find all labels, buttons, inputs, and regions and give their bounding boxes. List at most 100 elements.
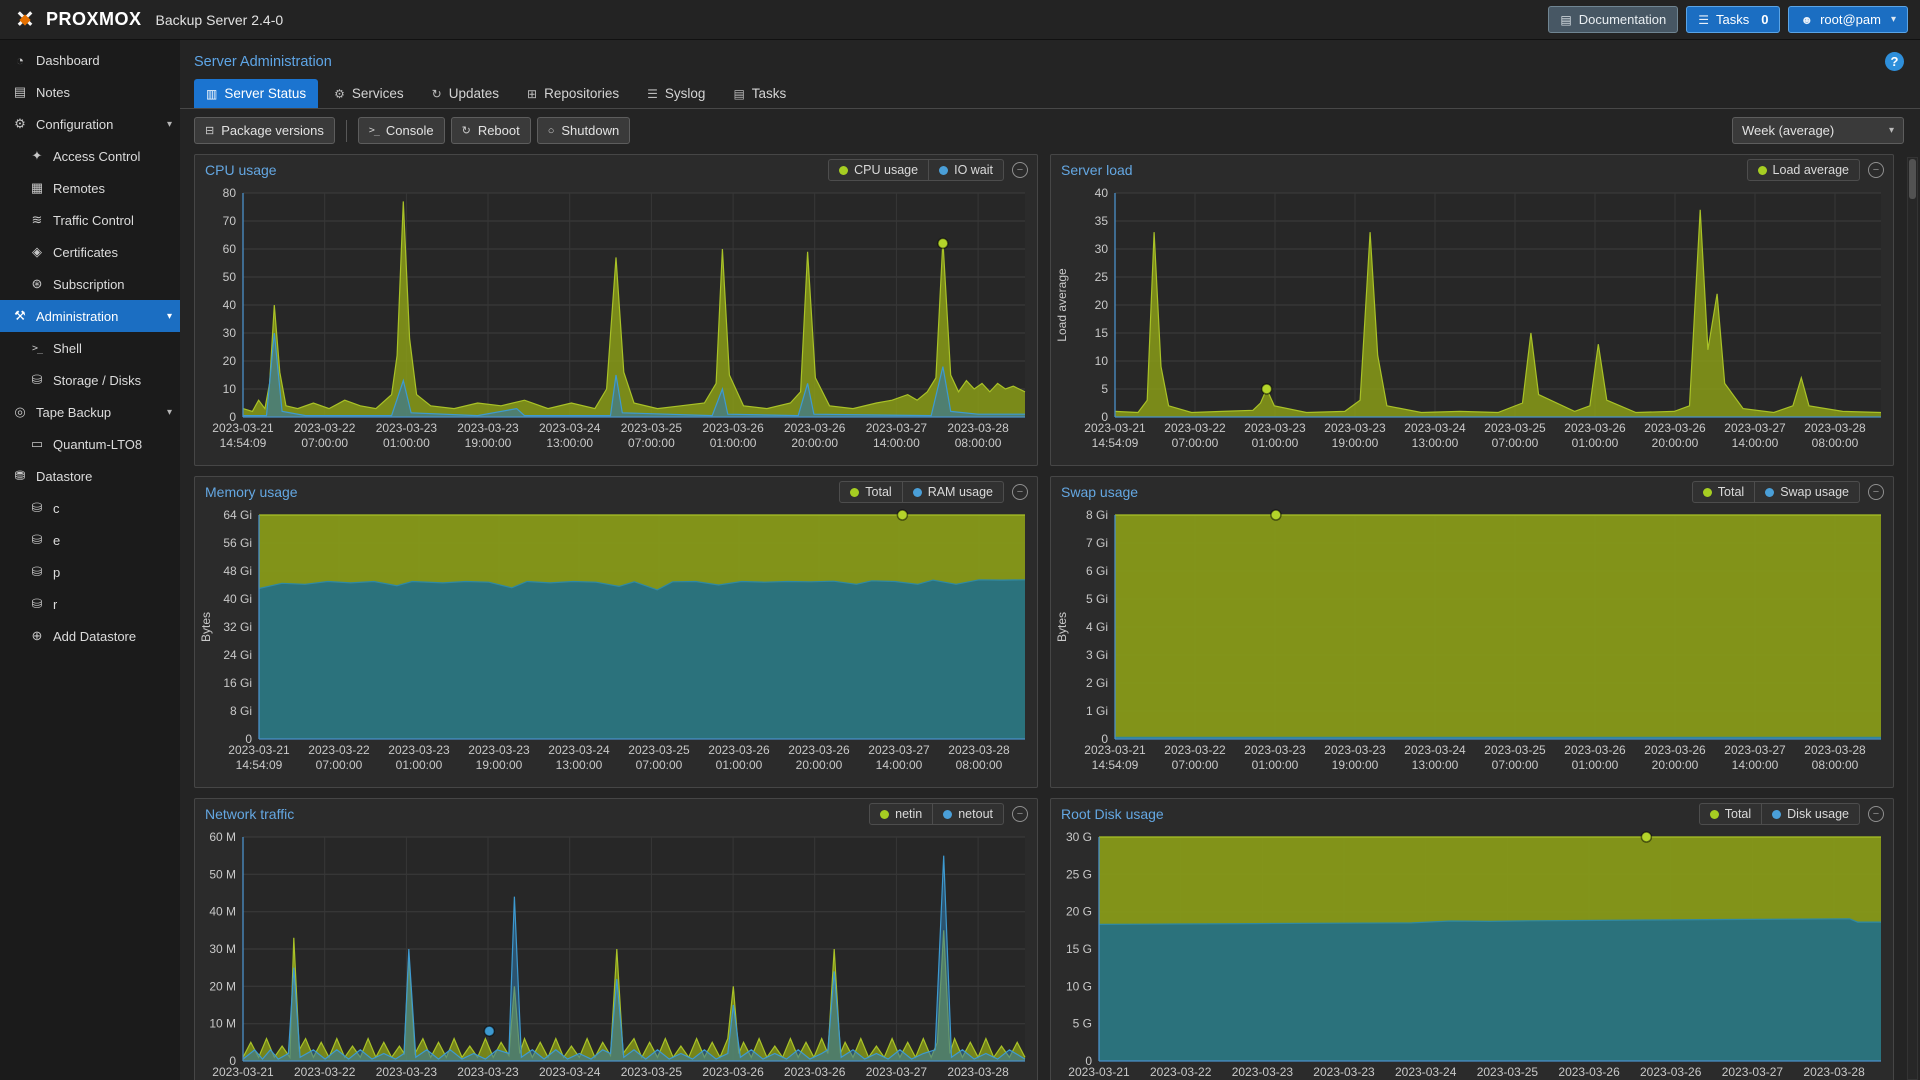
svg-text:20: 20 bbox=[223, 354, 237, 368]
sidebar-item-storage-disks[interactable]: ⛁Storage / Disks bbox=[0, 364, 180, 396]
console-button[interactable]: >_Console bbox=[358, 117, 445, 144]
sidebar-item-label: Administration bbox=[36, 309, 118, 324]
documentation-button[interactable]: ▤ Documentation bbox=[1548, 6, 1678, 33]
tab-server-status[interactable]: ▥Server Status bbox=[194, 79, 318, 108]
help-button[interactable]: ? bbox=[1885, 52, 1904, 71]
sidebar-item-remotes[interactable]: ▦Remotes bbox=[0, 172, 180, 204]
svg-text:2023-03-28: 2023-03-28 bbox=[947, 1065, 1009, 1079]
svg-text:2023-03-21: 2023-03-21 bbox=[212, 421, 274, 435]
legend-item-netin[interactable]: netin bbox=[870, 804, 932, 824]
sidebar-item-configuration[interactable]: ⚙Configuration▾ bbox=[0, 108, 180, 140]
tab-repositories[interactable]: ⊞Repositories bbox=[515, 79, 631, 108]
sidebar-item-notes[interactable]: ▤Notes bbox=[0, 76, 180, 108]
scrollbar[interactable] bbox=[1907, 157, 1918, 1080]
legend-item-total[interactable]: Total bbox=[840, 482, 901, 502]
scrollbar-thumb[interactable] bbox=[1909, 159, 1916, 199]
collapse-icon[interactable]: − bbox=[1012, 806, 1028, 822]
user-menu-button[interactable]: ☻ root@pam ▾ bbox=[1788, 6, 1908, 33]
legend-item-ram-usage[interactable]: RAM usage bbox=[902, 482, 1003, 502]
collapse-icon[interactable]: − bbox=[1868, 806, 1884, 822]
package-versions-button[interactable]: ⊟Package versions bbox=[194, 117, 335, 144]
svg-text:2023-03-28: 2023-03-28 bbox=[1804, 743, 1866, 757]
sidebar-item-label: Tape Backup bbox=[36, 405, 111, 420]
legend-item-io-wait[interactable]: IO wait bbox=[928, 160, 1003, 180]
terminal-icon: >_ bbox=[369, 125, 379, 136]
svg-text:2023-03-22: 2023-03-22 bbox=[1164, 421, 1226, 435]
package-icon: ⊟ bbox=[205, 124, 214, 137]
page-title: Server Administration bbox=[194, 54, 332, 70]
sidebar-item-label: c bbox=[53, 501, 60, 516]
svg-text:15: 15 bbox=[1095, 326, 1109, 340]
sidebar-item-datastore[interactable]: ⛃Datastore bbox=[0, 460, 180, 492]
sidebar-item-e[interactable]: ⛁e bbox=[0, 524, 180, 556]
toolbar-buttons: ⊟Package versions >_Console↻Reboot○Shutdo… bbox=[194, 117, 630, 144]
sidebar-item-dashboard[interactable]: ◔Dashboard bbox=[0, 44, 180, 76]
panel-swap-usage: Swap usageTotalSwap usage−01 Gi2 Gi3 Gi4… bbox=[1050, 476, 1894, 788]
svg-text:13:00:00: 13:00:00 bbox=[1412, 436, 1459, 450]
legend-item-total[interactable]: Total bbox=[1693, 482, 1754, 502]
svg-text:30 M: 30 M bbox=[209, 942, 236, 956]
button-label: Documentation bbox=[1579, 12, 1666, 27]
add-icon: ⊕ bbox=[27, 628, 47, 644]
collapse-icon[interactable]: − bbox=[1868, 162, 1884, 178]
legend-item-netout[interactable]: netout bbox=[932, 804, 1003, 824]
sidebar-item-quantum-lto8[interactable]: ▭Quantum-LTO8 bbox=[0, 428, 180, 460]
tab-label: Syslog bbox=[665, 86, 706, 101]
legend-item-cpu-usage[interactable]: CPU usage bbox=[829, 160, 928, 180]
terminal-icon: >_ bbox=[27, 343, 47, 354]
svg-text:20:00:00: 20:00:00 bbox=[791, 436, 838, 450]
sidebar-item-label: Remotes bbox=[53, 181, 105, 196]
sidebar-item-p[interactable]: ⛁p bbox=[0, 556, 180, 588]
svg-text:40 Gi: 40 Gi bbox=[223, 592, 252, 606]
legend-item-load-average[interactable]: Load average bbox=[1748, 160, 1859, 180]
sidebar-item-r[interactable]: ⛁r bbox=[0, 588, 180, 620]
svg-text:60: 60 bbox=[223, 242, 237, 256]
panel-network-traffic: Network trafficnetinnetout−010 M20 M30 M… bbox=[194, 798, 1038, 1080]
collapse-icon[interactable]: − bbox=[1012, 484, 1028, 500]
sidebar-item-label: Certificates bbox=[53, 245, 118, 260]
sidebar-item-c[interactable]: ⛁c bbox=[0, 492, 180, 524]
sidebar-item-access-control[interactable]: ✦Access Control bbox=[0, 140, 180, 172]
proxmox-logo-icon: ✕ bbox=[12, 8, 38, 31]
collapse-icon[interactable]: − bbox=[1012, 162, 1028, 178]
svg-text:2023-03-27: 2023-03-27 bbox=[1724, 743, 1786, 757]
sidebar-item-subscription[interactable]: ⊛Subscription bbox=[0, 268, 180, 300]
list-icon: ☰ bbox=[1698, 13, 1709, 27]
sidebar-item-certificates[interactable]: ◈Certificates bbox=[0, 236, 180, 268]
svg-text:40 M: 40 M bbox=[209, 905, 236, 919]
legend-item-total[interactable]: Total bbox=[1700, 804, 1761, 824]
svg-text:2023-03-24: 2023-03-24 bbox=[539, 1065, 601, 1079]
panel-server-load: Server loadLoad average−0510152025303540… bbox=[1050, 154, 1894, 466]
tab-services[interactable]: ⚙Services bbox=[322, 79, 416, 108]
svg-text:25: 25 bbox=[1095, 270, 1109, 284]
reboot-button[interactable]: ↻Reboot bbox=[451, 117, 531, 144]
range-select[interactable]: Week (average) ▾ bbox=[1732, 117, 1904, 144]
sidebar-item-tape-backup[interactable]: ◎Tape Backup▾ bbox=[0, 396, 180, 428]
panel-header: Swap usageTotalSwap usage− bbox=[1051, 477, 1893, 507]
sidebar-item-administration[interactable]: ⚒Administration▾ bbox=[0, 300, 180, 332]
svg-text:19:00:00: 19:00:00 bbox=[1332, 758, 1379, 772]
svg-text:Bytes: Bytes bbox=[199, 612, 213, 642]
collapse-icon[interactable]: − bbox=[1868, 484, 1884, 500]
tab-tasks[interactable]: ▤Tasks bbox=[721, 79, 798, 108]
legend-item-swap-usage[interactable]: Swap usage bbox=[1754, 482, 1859, 502]
tasks-button[interactable]: ☰ Tasks 0 bbox=[1686, 6, 1780, 33]
shutdown-button[interactable]: ○Shutdown bbox=[537, 117, 630, 144]
svg-text:20 M: 20 M bbox=[209, 979, 236, 993]
legend: TotalRAM usage bbox=[839, 481, 1004, 503]
svg-text:2023-03-27: 2023-03-27 bbox=[866, 1065, 928, 1079]
tab-syslog[interactable]: ☰Syslog bbox=[635, 79, 717, 108]
wrench-icon: ⚒ bbox=[10, 308, 30, 324]
svg-text:2023-03-22: 2023-03-22 bbox=[294, 1065, 356, 1079]
legend-dot bbox=[943, 810, 952, 819]
sidebar-item-traffic-control[interactable]: ≋Traffic Control bbox=[0, 204, 180, 236]
toolbar: ⊟Package versions >_Console↻Reboot○Shutdo… bbox=[180, 109, 1920, 152]
sidebar-item-shell[interactable]: >_Shell bbox=[0, 332, 180, 364]
gears-icon: ⚙ bbox=[10, 116, 30, 132]
chevron-down-icon: ▾ bbox=[1891, 14, 1896, 25]
svg-text:40: 40 bbox=[223, 298, 237, 312]
svg-text:2023-03-23: 2023-03-23 bbox=[1313, 1065, 1375, 1079]
sidebar-item-add-datastore[interactable]: ⊕Add Datastore bbox=[0, 620, 180, 652]
legend-item-disk-usage[interactable]: Disk usage bbox=[1761, 804, 1859, 824]
tab-updates[interactable]: ↻Updates bbox=[420, 79, 511, 108]
